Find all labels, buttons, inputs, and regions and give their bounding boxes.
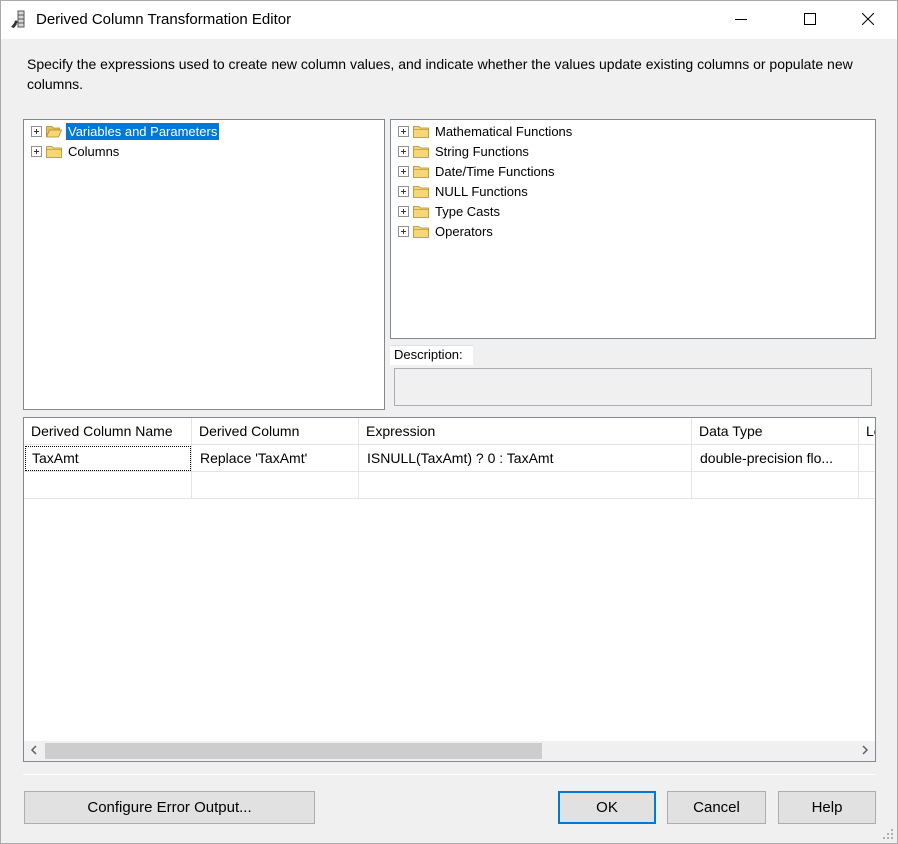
expand-icon[interactable] bbox=[398, 145, 409, 157]
expand-icon[interactable] bbox=[398, 185, 409, 197]
cell-derived-column[interactable] bbox=[192, 472, 359, 499]
expand-icon[interactable] bbox=[31, 125, 42, 137]
tree-node-label[interactable]: Variables and Parameters bbox=[66, 122, 220, 140]
window-title: Derived Column Transformation Editor bbox=[36, 11, 292, 28]
scroll-thumb[interactable] bbox=[45, 743, 542, 759]
description-label: Description: bbox=[394, 347, 463, 362]
expand-icon[interactable] bbox=[398, 225, 409, 237]
close-icon bbox=[861, 12, 875, 28]
resize-grip-icon[interactable] bbox=[881, 827, 895, 841]
folder-icon bbox=[413, 185, 429, 198]
horizontal-scrollbar[interactable] bbox=[24, 741, 875, 761]
folder-icon bbox=[413, 205, 429, 218]
derived-column-app-icon bbox=[10, 10, 28, 30]
tree-node-label[interactable]: Date/Time Functions bbox=[433, 163, 556, 180]
cell-derived-column-name[interactable] bbox=[24, 472, 192, 499]
cell-data-type[interactable]: double-precision flo... bbox=[692, 445, 859, 472]
cell-derived-column-name[interactable]: TaxAmt bbox=[24, 445, 192, 472]
description-box bbox=[394, 368, 872, 406]
tree-node-variables[interactable]: Variables and Parameters bbox=[31, 121, 220, 141]
tree-node-label[interactable]: Type Casts bbox=[433, 203, 502, 220]
folder-icon bbox=[413, 165, 429, 178]
chevron-right-icon bbox=[861, 744, 869, 758]
table-row-new[interactable] bbox=[24, 472, 875, 499]
table-row[interactable]: TaxAmt Replace 'TaxAmt' ISNULL(TaxAmt) ?… bbox=[24, 445, 875, 472]
maximize-button[interactable] bbox=[787, 1, 833, 39]
expand-icon[interactable] bbox=[31, 145, 42, 157]
tree-node-datetime-functions[interactable]: Date/Time Functions bbox=[398, 161, 556, 181]
variables-columns-tree[interactable]: Variables and Parameters Columns bbox=[23, 119, 385, 410]
derived-columns-grid[interactable]: Derived Column Name Derived Column Expre… bbox=[23, 417, 876, 762]
cell-length[interactable] bbox=[859, 445, 875, 472]
tree-node-label[interactable]: Operators bbox=[433, 223, 495, 240]
scroll-right-button[interactable] bbox=[855, 741, 875, 761]
folder-icon bbox=[413, 145, 429, 158]
column-header-derived-column-name[interactable]: Derived Column Name bbox=[24, 418, 192, 445]
dialog-window: Derived Column Transformation Editor Spe… bbox=[0, 0, 898, 844]
functions-tree[interactable]: Mathematical Functions String Functions … bbox=[390, 119, 876, 339]
grid-header-row: Derived Column Name Derived Column Expre… bbox=[24, 418, 875, 445]
tree-node-null-functions[interactable]: NULL Functions bbox=[398, 181, 530, 201]
expand-icon[interactable] bbox=[398, 205, 409, 217]
tree-node-mathematical-functions[interactable]: Mathematical Functions bbox=[398, 121, 574, 141]
column-header-data-type[interactable]: Data Type bbox=[692, 418, 859, 445]
minimize-icon bbox=[735, 13, 747, 28]
tree-node-type-casts[interactable]: Type Casts bbox=[398, 201, 502, 221]
folder-icon bbox=[413, 225, 429, 238]
tree-node-columns[interactable]: Columns bbox=[31, 141, 121, 161]
tree-node-label[interactable]: Mathematical Functions bbox=[433, 123, 574, 140]
cancel-button[interactable]: Cancel bbox=[667, 791, 766, 824]
scroll-left-button[interactable] bbox=[24, 741, 44, 761]
instructions-text: Specify the expressions used to create n… bbox=[27, 56, 853, 92]
cell-derived-column[interactable]: Replace 'TaxAmt' bbox=[192, 445, 359, 472]
expand-icon[interactable] bbox=[398, 165, 409, 177]
separator-line bbox=[23, 774, 876, 775]
minimize-button[interactable] bbox=[718, 1, 764, 39]
close-button[interactable] bbox=[845, 1, 891, 39]
help-button[interactable]: Help bbox=[778, 791, 876, 824]
configure-error-output-button[interactable]: Configure Error Output... bbox=[24, 791, 315, 824]
folder-icon bbox=[413, 125, 429, 138]
tree-node-label[interactable]: String Functions bbox=[433, 143, 531, 160]
maximize-icon bbox=[804, 12, 816, 28]
open-folder-icon bbox=[45, 125, 63, 138]
chevron-left-icon bbox=[30, 744, 38, 758]
column-header-length[interactable]: Le bbox=[859, 418, 875, 445]
cell-expression[interactable]: ISNULL(TaxAmt) ? 0 : TaxAmt bbox=[359, 445, 692, 472]
column-header-derived-column[interactable]: Derived Column bbox=[192, 418, 359, 445]
cell-length[interactable] bbox=[859, 472, 875, 499]
column-header-expression[interactable]: Expression bbox=[359, 418, 692, 445]
title-bar[interactable]: Derived Column Transformation Editor bbox=[1, 1, 897, 39]
ok-button[interactable]: OK bbox=[558, 791, 656, 824]
folder-icon bbox=[46, 145, 62, 158]
cell-expression[interactable] bbox=[359, 472, 692, 499]
expand-icon[interactable] bbox=[398, 125, 409, 137]
tree-node-string-functions[interactable]: String Functions bbox=[398, 141, 531, 161]
cell-data-type[interactable] bbox=[692, 472, 859, 499]
tree-node-label[interactable]: NULL Functions bbox=[433, 183, 530, 200]
tree-node-label[interactable]: Columns bbox=[66, 143, 121, 160]
tree-node-operators[interactable]: Operators bbox=[398, 221, 495, 241]
